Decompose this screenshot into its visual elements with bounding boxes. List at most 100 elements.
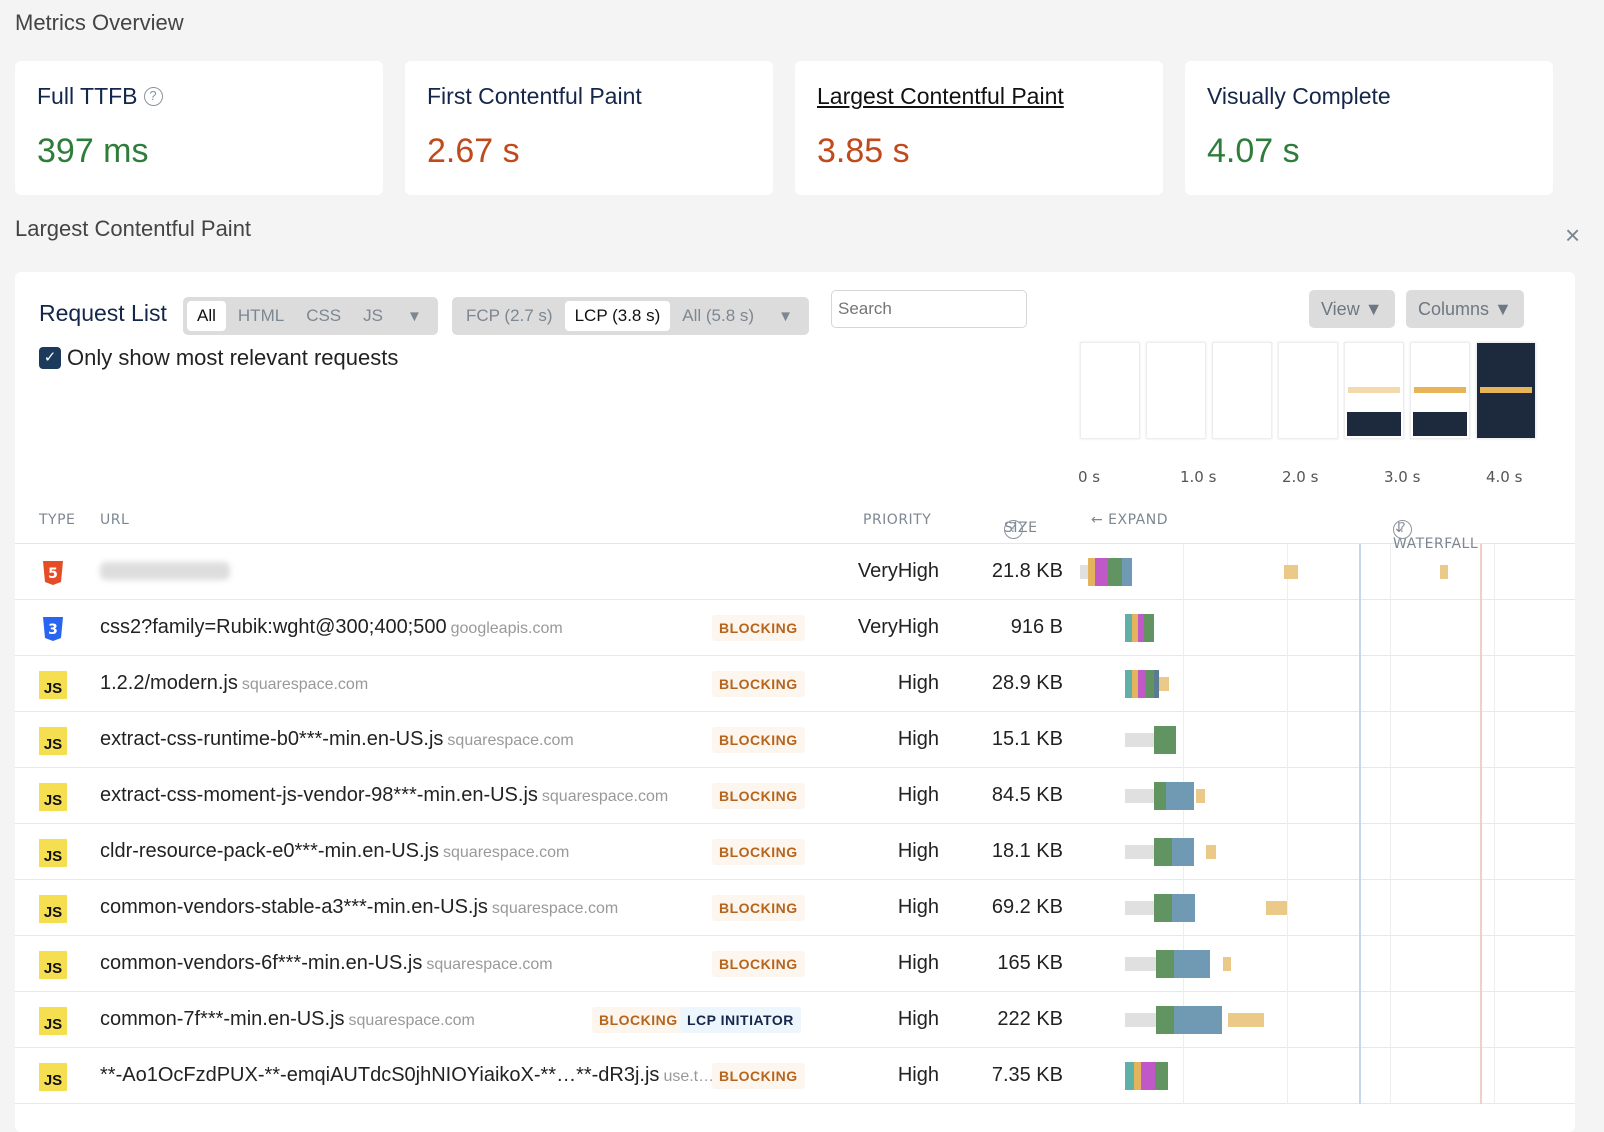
waterfall-bar-segment[interactable] — [1154, 894, 1172, 922]
waterfall-bar-segment[interactable] — [1156, 1006, 1174, 1034]
priority: High — [897, 728, 939, 750]
metric-card[interactable]: Visually Complete 4.07 s — [1185, 61, 1553, 195]
waterfall-bar-segment[interactable] — [1125, 670, 1132, 698]
filmstrip-frame[interactable] — [1080, 342, 1140, 439]
help-icon[interactable]: ? — [1004, 520, 1023, 539]
waterfall-bar-segment[interactable] — [1125, 1062, 1134, 1090]
blurred-url[interactable] — [100, 562, 230, 580]
waterfall-bar-segment[interactable] — [1228, 1013, 1264, 1027]
col-url[interactable]: URL — [100, 512, 129, 528]
filter-option[interactable]: LCP (3.8 s) — [564, 301, 671, 331]
request-url[interactable]: extract-css-runtime-b0***-min.en-US.js sq… — [100, 728, 574, 751]
timeline-tick: 4.0 s — [1486, 468, 1523, 486]
waterfall-bar-segment[interactable] — [1223, 957, 1231, 971]
search-input[interactable] — [831, 290, 1027, 328]
waterfall-bar-segment[interactable] — [1166, 782, 1194, 810]
filter-option[interactable]: All (5.8 s) — [672, 301, 764, 331]
timeline-axis: 0 s 1.0 s 2.0 s 3.0 s 4.0 s — [1078, 468, 1538, 488]
waterfall-bar-segment[interactable] — [1154, 726, 1176, 754]
waterfall-bar-segment[interactable] — [1196, 789, 1205, 803]
timeline-tick: 1.0 s — [1180, 468, 1217, 486]
help-icon[interactable]: ? — [143, 87, 163, 106]
waterfall-bar-segment[interactable] — [1125, 845, 1154, 859]
visual-complete-marker-line — [1480, 544, 1482, 1104]
request-url[interactable]: extract-css-moment-js-vendor-98***-min.e… — [100, 784, 668, 807]
waterfall-bar-segment[interactable] — [1206, 845, 1216, 859]
blocking-badge: BLOCKING — [712, 895, 805, 921]
only-relevant-checkbox[interactable]: ✓ Only show most relevant requests — [39, 345, 398, 371]
url-host: googleapis.com — [450, 620, 563, 637]
waterfall-bar-segment[interactable] — [1172, 838, 1194, 866]
url-path: extract-css-moment-js-vendor-98***-min.e… — [100, 784, 538, 806]
waterfall-bar-segment[interactable] — [1156, 950, 1174, 978]
filter-option[interactable]: HTML — [228, 301, 294, 331]
close-icon[interactable]: × — [1565, 220, 1580, 251]
request-url[interactable]: cldr-resource-pack-e0***-min.en-US.js squ… — [100, 840, 569, 863]
waterfall-bar-segment[interactable] — [1146, 670, 1154, 698]
waterfall-bar-segment[interactable] — [1141, 1062, 1155, 1090]
request-url[interactable]: common-vendors-6f***-min.en-US.js squares… — [100, 952, 553, 975]
metric-card[interactable]: Largest Contentful Paint 3.85 s — [795, 61, 1163, 195]
col-priority[interactable]: PRIORITY — [863, 512, 931, 528]
waterfall-bar-segment[interactable] — [1159, 677, 1169, 691]
waterfall-bar-segment[interactable] — [1440, 565, 1448, 579]
filmstrip-frame[interactable] — [1476, 342, 1536, 439]
waterfall-bar-segment[interactable] — [1154, 782, 1166, 810]
waterfall-bar-segment[interactable] — [1138, 670, 1146, 698]
columns-button[interactable]: Columns ▼ — [1406, 290, 1524, 328]
waterfall-bar-segment[interactable] — [1125, 614, 1132, 642]
waterfall-bar-segment[interactable] — [1095, 558, 1108, 586]
filmstrip-frame[interactable] — [1344, 342, 1404, 439]
filter-option[interactable]: All — [187, 301, 226, 331]
waterfall-bar-segment[interactable] — [1266, 901, 1287, 915]
waterfall-bar-segment[interactable] — [1172, 894, 1195, 922]
waterfall-bar-segment[interactable] — [1174, 1006, 1222, 1034]
blocking-badge: BLOCKING — [712, 951, 805, 977]
filmstrip-frame[interactable] — [1146, 342, 1206, 439]
url-path: extract-css-runtime-b0***-min.en-US.js — [100, 728, 444, 750]
waterfall-bar-segment[interactable] — [1154, 838, 1172, 866]
js-file-icon: JS — [39, 783, 67, 811]
request-url[interactable]: common-7f***-min.en-US.js squarespace.com — [100, 1008, 475, 1031]
url-host: squarespace.com — [491, 900, 619, 917]
waterfall-bar-segment[interactable] — [1125, 957, 1156, 971]
waterfall-bar-segment[interactable] — [1174, 950, 1210, 978]
waterfall-bar-segment[interactable] — [1125, 789, 1154, 803]
waterfall-bar-segment[interactable] — [1125, 901, 1154, 915]
waterfall-bar-segment[interactable] — [1122, 558, 1132, 586]
waterfall-bar-segment[interactable] — [1284, 565, 1298, 579]
metric-label-text: Visually Complete — [1207, 83, 1391, 109]
dropdown-arrow-icon[interactable]: ▼ — [395, 308, 434, 325]
blocking-badge: BLOCKING — [712, 727, 805, 753]
col-type[interactable]: TYPE — [39, 512, 75, 528]
filmstrip-frame[interactable] — [1212, 342, 1272, 439]
filmstrip-frame[interactable] — [1278, 342, 1338, 439]
waterfall-bar-segment[interactable] — [1080, 565, 1088, 579]
checkbox-checked-icon[interactable]: ✓ — [39, 347, 61, 369]
view-button[interactable]: View ▼ — [1309, 290, 1395, 328]
request-url[interactable]: **-Ao1OcFzdPUX-**-emqiAUTdcS0jhNIOYiaiko… — [100, 1064, 714, 1087]
filter-option[interactable]: CSS — [296, 301, 351, 331]
expand-button[interactable]: ← EXPAND — [1091, 512, 1168, 528]
request-url[interactable]: css2?family=Rubik:wght@300;400;500 google… — [100, 616, 563, 639]
waterfall-bar-segment[interactable] — [1125, 1013, 1156, 1027]
dropdown-arrow-icon[interactable]: ▼ — [766, 308, 805, 325]
waterfall-bar-segment[interactable] — [1144, 614, 1154, 642]
request-url[interactable]: 1.2.2/modern.js squarespace.com — [100, 672, 368, 695]
metric-card[interactable]: Full TTFB? 397 ms — [15, 61, 383, 195]
request-url[interactable]: common-vendors-stable-a3***-min.en-US.js… — [100, 896, 618, 919]
waterfall-bar-segment[interactable] — [1088, 558, 1095, 586]
waterfall-bar-segment[interactable] — [1155, 1062, 1168, 1090]
blocking-badge: BLOCKING — [712, 615, 805, 641]
filter-option[interactable]: FCP (2.7 s) — [456, 301, 563, 331]
waterfall-bar-segment[interactable] — [1134, 1062, 1141, 1090]
size: 222 KB — [997, 1008, 1063, 1030]
filter-option[interactable]: JS — [353, 301, 393, 331]
waterfall-bar-segment[interactable] — [1125, 733, 1154, 747]
waterfall-bar-segment[interactable] — [1108, 558, 1122, 586]
metric-card[interactable]: First Contentful Paint 2.67 s — [405, 61, 773, 195]
filmstrip-frame[interactable] — [1410, 342, 1470, 439]
url-path: 1.2.2/modern.js — [100, 672, 238, 694]
help-icon[interactable]: ? — [1393, 520, 1412, 539]
request-list-title: Request List — [39, 300, 167, 326]
